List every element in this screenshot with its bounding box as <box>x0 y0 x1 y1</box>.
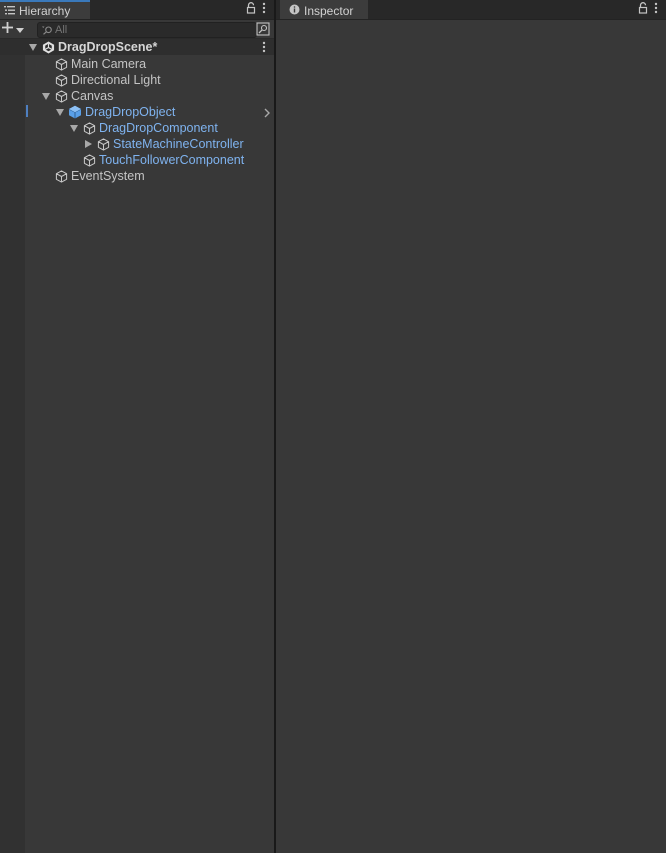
search-field[interactable] <box>37 22 257 38</box>
tree-item-label: DragDropObject <box>85 105 176 119</box>
dropdown-arrow-icon <box>16 22 24 36</box>
lock-icon[interactable] <box>246 2 256 17</box>
unity-scene-icon <box>41 40 55 54</box>
tree-item-canvas[interactable]: Canvas <box>0 88 274 104</box>
gameobject-icon <box>82 153 96 167</box>
scene-row[interactable]: DragDropScene* <box>0 39 274 55</box>
tree-item-main-camera[interactable]: Main Camera <box>0 56 274 72</box>
tree-item-statemachinecontroller[interactable]: StateMachineController <box>0 136 274 152</box>
search-in-scene-icon[interactable] <box>256 22 270 36</box>
add-button[interactable] <box>2 21 28 37</box>
tab-hierarchy[interactable]: Hierarchy <box>0 0 90 19</box>
tree-item-label: TouchFollowerComponent <box>99 153 245 167</box>
tree-item-label: Directional Light <box>71 73 161 87</box>
expand-arrow-icon[interactable] <box>41 91 51 101</box>
tree-item-directional-light[interactable]: Directional Light <box>0 72 274 88</box>
gameobject-icon <box>54 57 68 71</box>
gameobject-icon <box>96 137 110 151</box>
gameobject-icon <box>54 169 68 183</box>
chevron-right-icon[interactable] <box>264 107 270 121</box>
expand-arrow-icon[interactable] <box>28 42 38 52</box>
tree-item-label: EventSystem <box>71 169 145 183</box>
hierarchy-tabbar: Hierarchy <box>0 0 274 20</box>
tab-hierarchy-label: Hierarchy <box>19 3 71 18</box>
tree-item-dragdropcomponent[interactable]: DragDropComponent <box>0 120 274 136</box>
gameobject-icon <box>54 73 68 87</box>
more-menu-icon[interactable] <box>262 2 266 17</box>
gameobject-icon <box>54 89 68 103</box>
info-icon <box>289 4 300 18</box>
tab-inspector-label: Inspector <box>304 3 354 18</box>
search-icon <box>42 25 53 35</box>
collapsed-arrow-icon[interactable] <box>83 139 93 149</box>
tab-inspector[interactable]: Inspector <box>280 0 368 19</box>
gameobject-icon <box>82 121 96 135</box>
hierarchy-toolbar <box>0 20 274 39</box>
list-icon <box>4 4 15 18</box>
expand-arrow-icon[interactable] <box>69 123 79 133</box>
tree-item-touchfollowercomponent[interactable]: TouchFollowerComponent <box>0 152 274 168</box>
lock-icon[interactable] <box>638 2 648 17</box>
tree-item-dragdropobject[interactable]: DragDropObject <box>0 104 274 120</box>
tree-item-label: StateMachineController <box>113 137 244 151</box>
tree-item-label: DragDropComponent <box>99 121 218 135</box>
scene-name: DragDropScene* <box>58 40 158 54</box>
search-input[interactable] <box>53 24 235 36</box>
hierarchy-panel: Hierarchy All DragDropScene* Main Camera… <box>0 0 274 853</box>
inspector-content <box>276 20 666 853</box>
inspector-tabbar: Inspector <box>276 0 666 20</box>
more-menu-icon[interactable] <box>654 2 658 17</box>
inspector-panel: Inspector <box>276 0 666 853</box>
tree-item-label: Canvas <box>71 89 114 103</box>
expand-arrow-icon[interactable] <box>55 107 65 117</box>
plus-icon <box>2 22 13 36</box>
tree-item-label: Main Camera <box>71 57 147 71</box>
prefab-icon <box>68 105 82 119</box>
tree-item-eventsystem[interactable]: EventSystem <box>0 168 274 184</box>
scene-menu-icon[interactable] <box>262 41 266 56</box>
